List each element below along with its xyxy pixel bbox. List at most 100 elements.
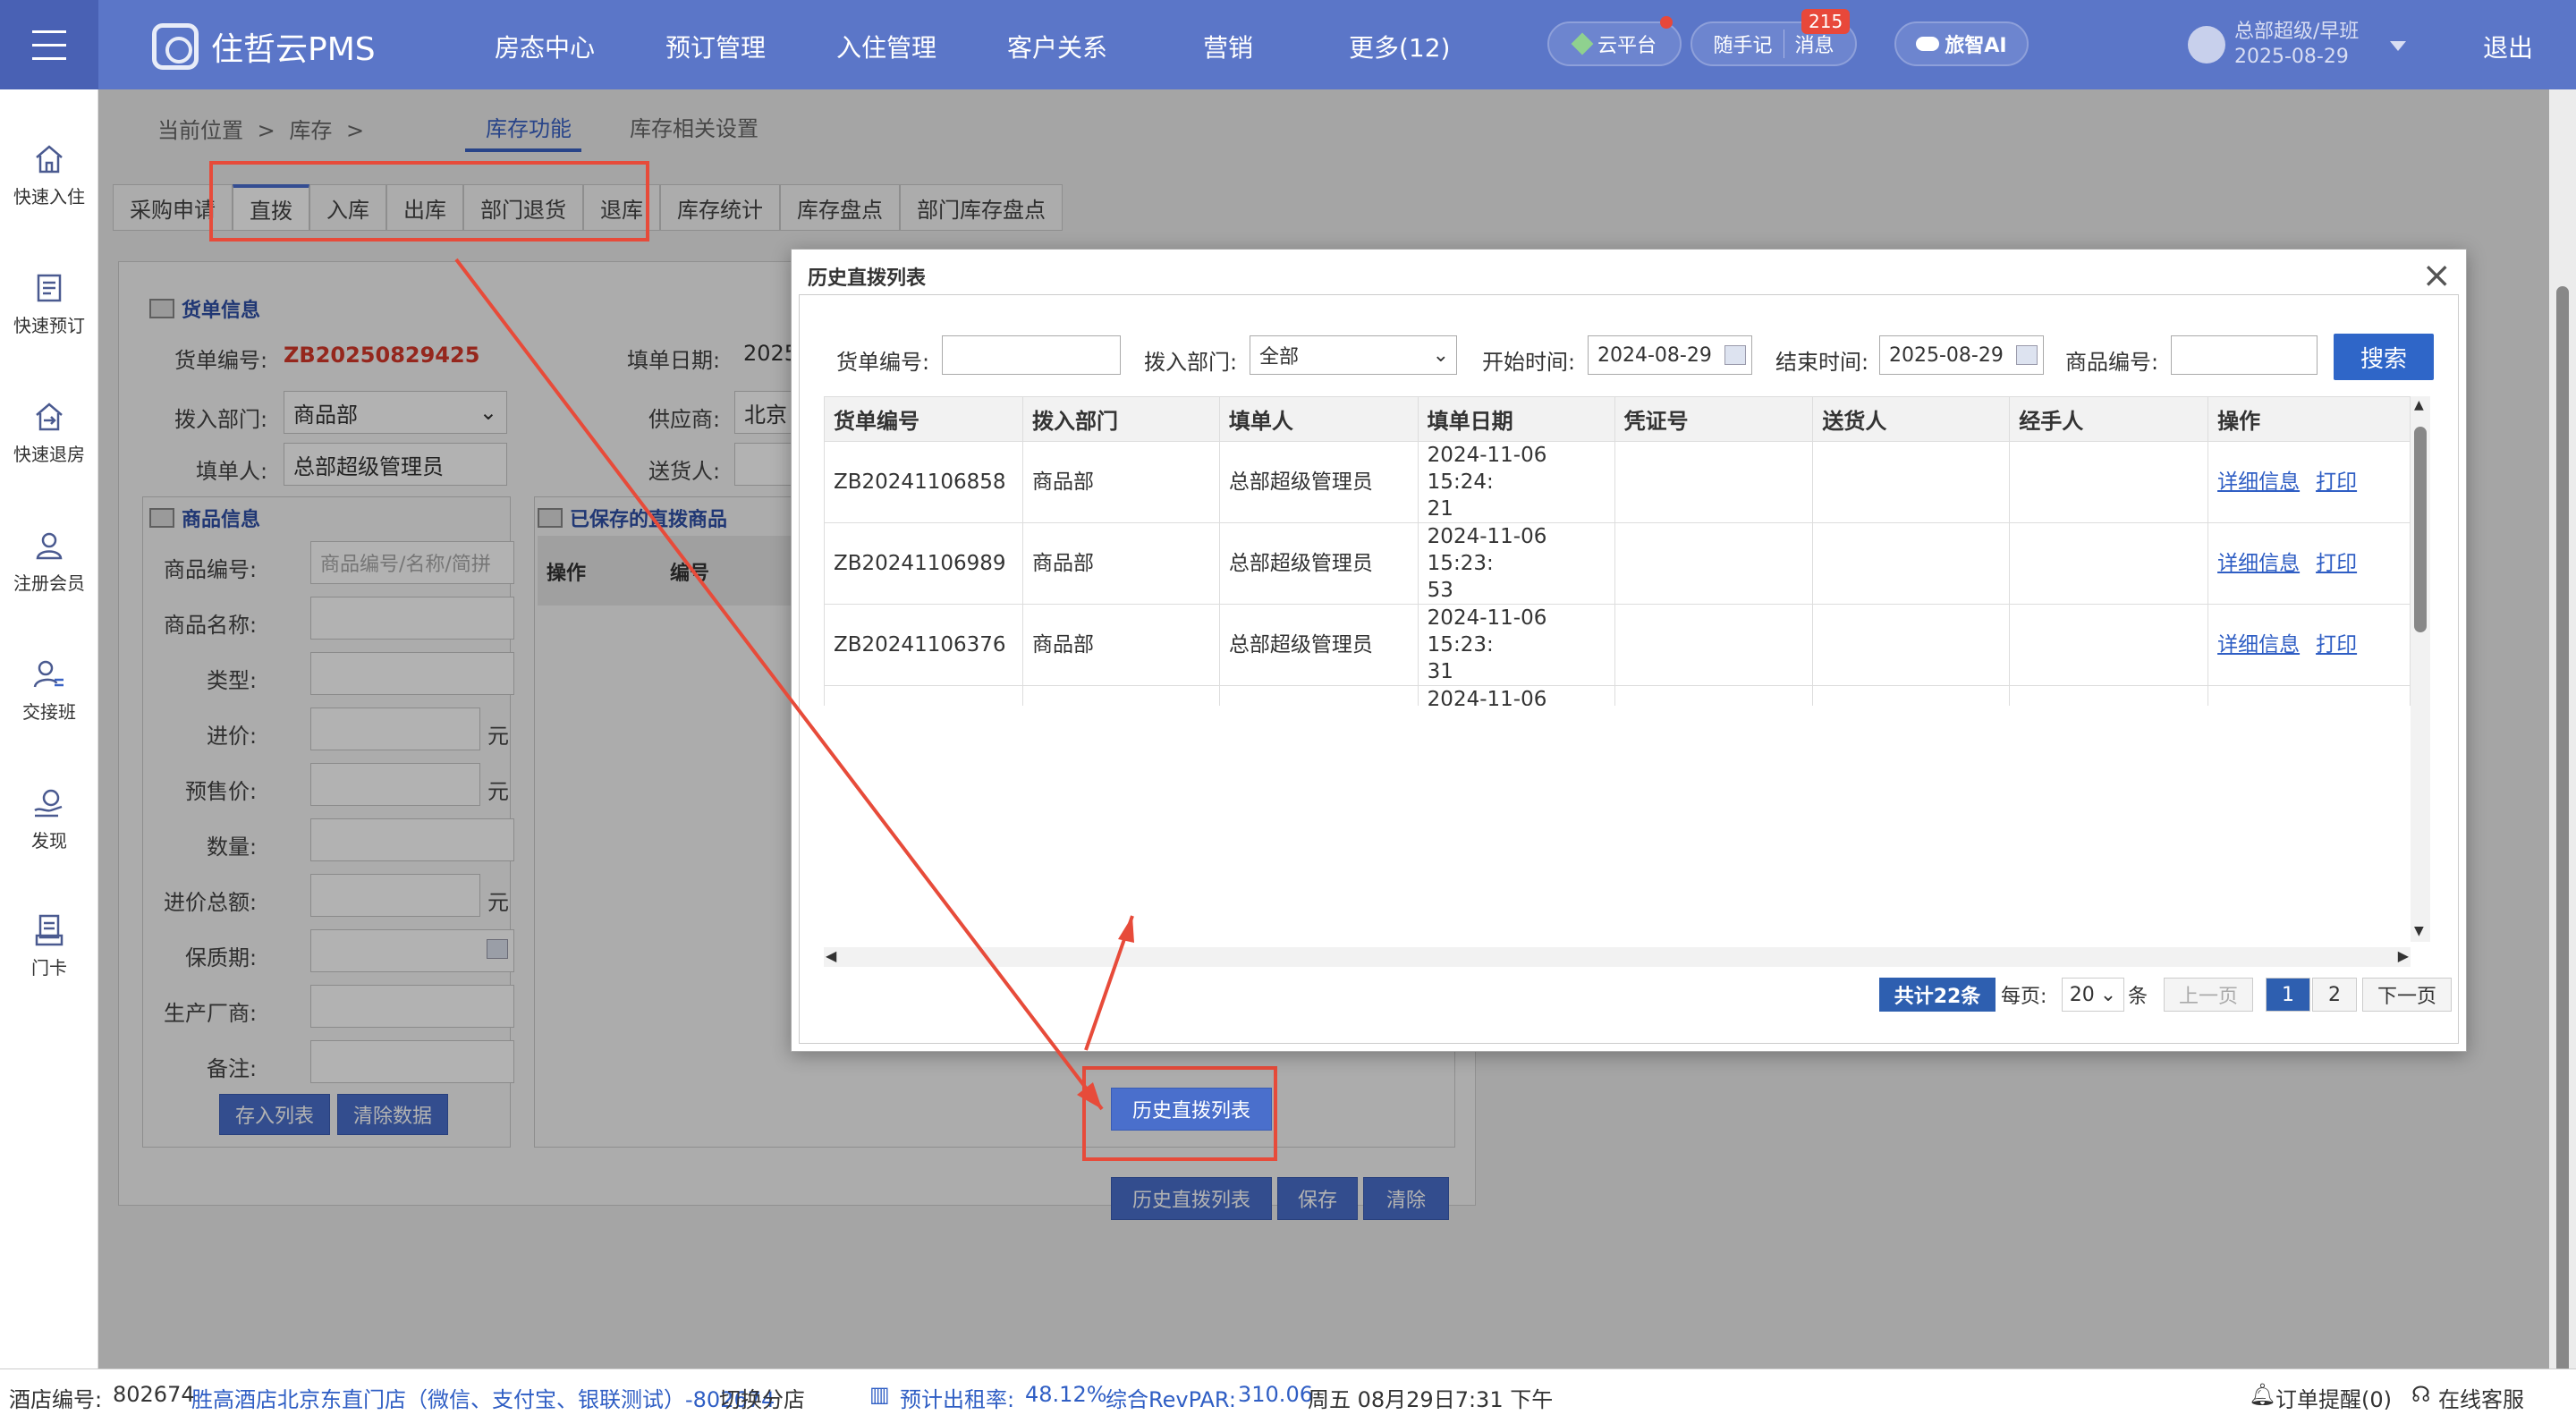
filter-goods-no-label: 商品编号:	[2065, 350, 2159, 375]
cell-date-line2: 31	[1427, 660, 1453, 683]
col-deliverer[interactable]: 送货人	[1812, 396, 2011, 442]
document-icon	[37, 274, 62, 302]
cell-filler: 总部超级管理员	[1218, 604, 1419, 686]
col-dept[interactable]: 拨入部门	[1021, 396, 1220, 442]
chevron-down-icon[interactable]	[2390, 41, 2406, 51]
filter-cargo-no-label: 货单编号:	[836, 350, 930, 375]
scroll-right-icon[interactable]: ▶	[2398, 947, 2409, 964]
user-date: 2025-08-29	[2234, 46, 2349, 68]
nav-marketing[interactable]: 营销	[1203, 29, 1253, 64]
scroll-up-icon[interactable]: ▲	[2414, 398, 2424, 412]
nav-room-status[interactable]: 房态中心	[495, 29, 595, 64]
page-scrollbar-thumb[interactable]	[2556, 286, 2569, 1415]
sidebar-item-discover[interactable]: 发现	[0, 785, 98, 852]
app-name: 住哲云PMS	[211, 31, 376, 68]
total-count: 共计22条	[1879, 978, 1996, 1012]
sidebar-item-door-card[interactable]: 门卡	[0, 912, 98, 979]
filter-goods-no-input[interactable]	[2171, 335, 2318, 375]
cell-actions: 详细信息打印	[2207, 522, 2411, 605]
user-menu[interactable]: 总部超级/早班 2025-08-29	[2188, 20, 2359, 70]
filter-dept-label: 拨入部门:	[1144, 350, 1238, 375]
print-link[interactable]: 打印	[2316, 633, 2357, 657]
close-icon[interactable]: ×	[2421, 255, 2452, 296]
cell-filler: 总部超级管理员	[1218, 522, 1419, 605]
sidebar-item-quick-checkout[interactable]: 快速退房	[0, 399, 98, 466]
shift-icon	[33, 660, 64, 688]
table-row: ZB20241106376 商品部 总部超级管理员 2024-11-06 15:23:…	[824, 604, 2411, 686]
filter-cargo-no-input[interactable]	[942, 335, 1121, 375]
history-transfer-list-button-highlighted[interactable]: 历史直拨列表	[1111, 1088, 1272, 1131]
next-page-button[interactable]: 下一页	[2362, 978, 2452, 1012]
chevron-down-icon: ⌄	[2099, 983, 2117, 1006]
nav-reservations[interactable]: 预订管理	[665, 29, 766, 64]
detail-link[interactable]: 详细信息	[2217, 633, 2300, 657]
scroll-left-icon[interactable]: ◀	[826, 947, 836, 964]
col-handler[interactable]: 经手人	[2009, 396, 2209, 442]
cell-handler	[2009, 522, 2209, 605]
menu-toggle-button[interactable]	[0, 0, 98, 89]
print-link[interactable]: 打印	[2316, 552, 2357, 575]
sidebar-item-quick-booking[interactable]: 快速预订	[0, 270, 98, 337]
online-service-button[interactable]: 在线客服	[2438, 1382, 2524, 1413]
nav-more[interactable]: 更多(12)	[1349, 29, 1450, 64]
filter-dept-select[interactable]: 全部 ⌄	[1250, 335, 1457, 375]
sidebar-item-quick-checkin[interactable]: 快速入住	[0, 141, 98, 208]
filter-dept-value: 全部	[1259, 346, 1300, 369]
prev-page-button[interactable]: 上一页	[2164, 978, 2253, 1012]
per-page-select[interactable]: 20 ⌄	[2062, 978, 2124, 1012]
col-voucher[interactable]: 凭证号	[1614, 396, 1814, 442]
home-icon	[36, 145, 63, 174]
bar-chart-icon: ▥	[869, 1382, 890, 1407]
horizontal-scrollbar[interactable]: ◀ ▶	[824, 947, 2411, 967]
sidebar-item-label: 交接班	[22, 701, 76, 723]
table-row: ZB20241106989 商品部 总部超级管理员 2024-11-06 15:23:…	[824, 522, 2411, 605]
logout-button[interactable]: 退出	[2483, 29, 2533, 64]
hotel-no-label: 酒店编号:	[9, 1387, 103, 1412]
cloud-platform-button[interactable]: 云平台	[1547, 21, 1682, 66]
user-icon	[36, 532, 63, 560]
calendar-icon[interactable]	[2016, 345, 2038, 365]
ai-button[interactable]: 旅智AI	[1894, 21, 2029, 66]
cell-dept: 商品部	[1021, 604, 1220, 686]
sidebar-item-label: 快速退房	[13, 444, 85, 465]
table-header-row: 货单编号 拨入部门 填单人 填单日期 凭证号 送货人 经手人 操作	[824, 396, 2411, 442]
sidebar-item-label: 门卡	[31, 957, 67, 979]
order-reminder-button[interactable]: 订单提醒(0)	[2275, 1382, 2392, 1413]
cell-deliverer	[1812, 604, 2011, 686]
cell-actions: 详细信息打印	[2207, 441, 2411, 523]
sidebar-item-label: 快速预订	[13, 315, 85, 336]
scrollbar-thumb[interactable]	[2414, 427, 2427, 632]
detail-link[interactable]: 详细信息	[2217, 552, 2300, 575]
sidebar-item-register-member[interactable]: 注册会员	[0, 528, 98, 595]
sidebar-item-label: 注册会员	[13, 572, 85, 594]
calendar-icon[interactable]	[1724, 345, 1746, 365]
page-1-button[interactable]: 1	[2266, 978, 2310, 1012]
cell-cargo-no: ZB20241106376	[824, 604, 1023, 686]
vertical-scrollbar[interactable]: ▲ ▼	[2411, 396, 2430, 942]
print-link[interactable]: 打印	[2316, 470, 2357, 494]
page-scrollbar[interactable]	[2549, 89, 2576, 1415]
cloud-platform-label: 云平台	[1597, 35, 1657, 57]
page-2-button[interactable]: 2	[2312, 978, 2357, 1012]
nav-crm[interactable]: 客户关系	[1007, 29, 1107, 64]
col-cargo-no[interactable]: 货单编号	[824, 396, 1023, 442]
scroll-down-icon[interactable]: ▼	[2414, 924, 2424, 938]
sidebar-item-shift-handover[interactable]: 交接班	[0, 657, 98, 724]
notification-dot	[1660, 16, 1673, 29]
cell-deliverer	[1812, 522, 2011, 605]
filter-end-date[interactable]: 2025-08-29	[1879, 335, 2044, 375]
nav-checkin[interactable]: 入住管理	[836, 29, 936, 64]
filter-start-date[interactable]: 2024-08-29	[1588, 335, 1752, 375]
notes-button[interactable]: 随手记	[1713, 30, 1784, 58]
hamburger-icon	[32, 25, 66, 65]
start-date-value: 2024-08-29	[1597, 343, 1712, 367]
search-button[interactable]: 搜索	[2334, 334, 2434, 380]
col-date[interactable]: 填单日期	[1417, 396, 1615, 442]
user-role: 总部超级/早班	[2234, 21, 2360, 43]
cell-deliverer	[1812, 441, 2011, 523]
detail-link[interactable]: 详细信息	[2217, 470, 2300, 494]
history-transfer-modal: 历史直拨列表 × 货单编号: 拨入部门: 全部 ⌄ 开始时间: 2024-08-2…	[791, 249, 2467, 1052]
col-filler[interactable]: 填单人	[1218, 396, 1419, 442]
status-bar: 酒店编号: 802674 胜高酒店北京东直门店（微信、支付宝、银联测试）-802…	[0, 1368, 2576, 1415]
switch-branch-button[interactable]: 切换分店	[719, 1382, 805, 1413]
